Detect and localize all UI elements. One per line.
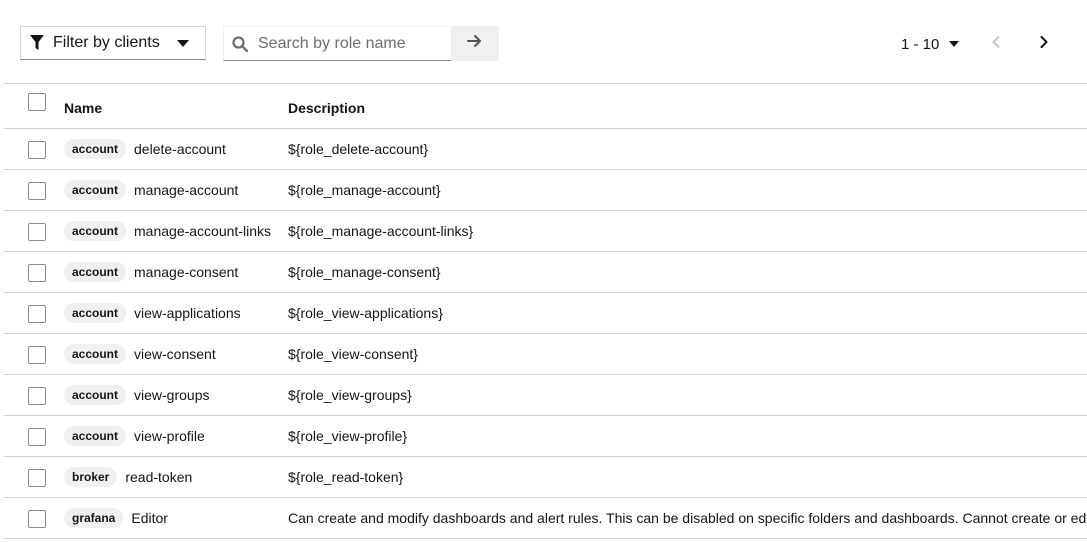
angle-left-icon [992,35,1000,53]
role-description: ${role_manage-consent} [288,264,441,280]
role-description: ${role_view-profile} [288,428,408,444]
role-name: Editor [131,510,168,526]
role-name: manage-account [134,182,239,198]
name-cell: account view-consent [64,334,216,374]
name-cell: account manage-account-links [64,211,271,251]
name-cell: account view-groups [64,375,210,415]
search-input[interactable] [256,33,450,54]
table-row: account view-groups ${role_view-groups} [4,375,1087,416]
row-checkbox[interactable] [28,469,46,487]
role-name: view-groups [134,387,210,403]
search-field [223,26,452,61]
role-description: ${role_delete-account} [288,141,429,157]
column-header-description: Description [288,100,366,116]
role-name: manage-consent [134,264,239,280]
name-cell: broker read-token [64,457,192,497]
name-cell: account view-applications [64,293,241,333]
table-row: account manage-consent ${role_manage-con… [4,252,1087,293]
pagination-range: 1 - 10 [901,35,940,53]
previous-page-button[interactable] [982,30,1010,58]
role-description: ${role_read-token} [288,469,404,485]
row-checkbox[interactable] [28,305,46,323]
role-name: view-profile [134,428,205,444]
roles-table: Name Description account delete-account … [4,83,1087,539]
client-badge: account [64,344,127,364]
select-all-checkbox[interactable] [28,93,46,111]
row-checkbox[interactable] [28,182,46,200]
caret-down-icon [949,41,960,47]
role-name: delete-account [134,141,226,157]
next-page-button[interactable] [1030,30,1058,58]
role-description: Can create and modify dashboards and ale… [288,510,1087,526]
name-cell: account manage-account [64,170,238,210]
role-description: ${role_view-consent} [288,346,418,362]
name-cell: account delete-account [64,129,226,169]
client-badge: grafana [64,508,124,528]
client-badge: account [64,180,127,200]
client-badge: account [64,139,127,159]
arrow-right-icon [467,34,483,53]
row-checkbox[interactable] [28,346,46,364]
row-checkbox[interactable] [28,510,46,528]
name-cell: grafana Editor [64,498,168,538]
client-badge: broker [64,467,118,487]
table-row: account view-consent ${role_view-consent… [4,334,1087,375]
table-row: grafana Editor Can create and modify das… [4,498,1087,539]
role-description: ${role_view-groups} [288,387,412,403]
table-header: Name Description [4,84,1087,129]
client-badge: account [64,385,127,405]
name-cell: account view-profile [64,416,205,456]
pagination-per-page-toggle[interactable]: 1 - 10 [893,32,967,56]
client-badge: account [64,303,127,323]
client-badge: account [64,221,127,241]
client-badge: account [64,426,127,446]
role-description: ${role_manage-account} [288,182,441,198]
table-row: account manage-account-links ${role_mana… [4,211,1087,252]
row-checkbox[interactable] [28,428,46,446]
role-name: view-applications [134,305,241,321]
role-name: read-token [125,469,193,485]
table-row: account view-profile ${role_view-profile… [4,416,1087,457]
row-checkbox[interactable] [28,141,46,159]
row-checkbox[interactable] [28,387,46,405]
filter-icon [30,35,44,51]
table-row: account view-applications ${role_view-ap… [4,293,1087,334]
table-row: account delete-account ${role_delete-acc… [4,129,1087,170]
table-row: broker read-token ${role_read-token} [4,457,1087,498]
search-submit-button[interactable] [451,26,499,61]
name-cell: account manage-consent [64,252,238,292]
toolbar: Filter by clients 1 - 10 [0,0,1087,84]
table-row: account manage-account ${role_manage-acc… [4,170,1087,211]
filter-label: Filter by clients [53,34,160,51]
column-header-name[interactable]: Name [64,100,102,116]
search-icon [232,35,248,52]
role-name: manage-account-links [134,223,271,239]
angle-right-icon [1040,35,1048,53]
role-description: ${role_manage-account-links} [288,223,474,239]
row-checkbox[interactable] [28,223,46,241]
client-badge: account [64,262,127,282]
row-checkbox[interactable] [28,264,46,282]
filter-by-clients-dropdown[interactable]: Filter by clients [20,26,206,60]
caret-down-icon [177,40,189,47]
role-name: view-consent [134,346,216,362]
role-description: ${role_view-applications} [288,305,443,321]
